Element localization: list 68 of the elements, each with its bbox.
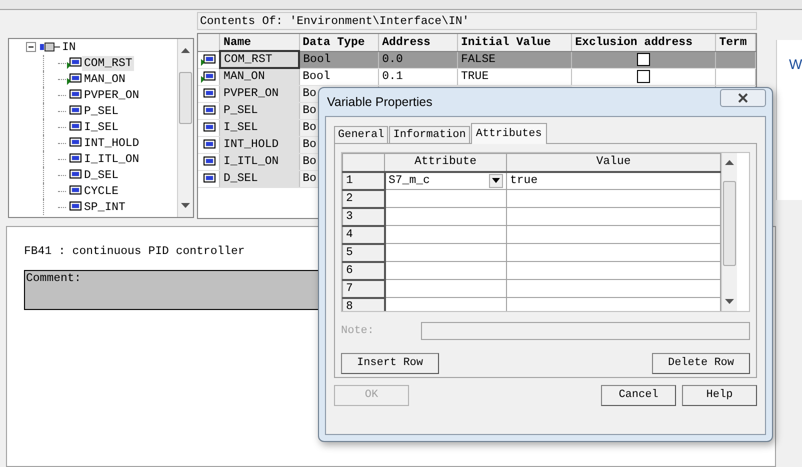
side-text: W [789, 55, 802, 74]
tree-scrollbar[interactable] [177, 39, 193, 217]
exclusion-checkbox[interactable] [637, 53, 650, 66]
row-number: 6 [346, 264, 353, 276]
scroll-up-icon[interactable] [181, 47, 190, 53]
tree-item[interactable]: I_ITL_ON [82, 152, 142, 166]
dialog-button[interactable]: Insert Row [341, 353, 439, 374]
block-icon [40, 42, 60, 52]
tree-item[interactable]: SP_INT [82, 200, 128, 214]
grid-scrollbar[interactable] [721, 153, 737, 311]
note-label: Note: [341, 324, 376, 339]
dropdown-icon[interactable] [489, 174, 503, 188]
row-number: 5 [346, 246, 353, 258]
table-cell: Bo [302, 104, 316, 117]
close-icon [738, 93, 748, 103]
column-header[interactable]: Attribute [384, 154, 506, 172]
tree-item[interactable]: P_SEL [82, 104, 121, 118]
scrollbar-thumb[interactable] [723, 180, 736, 266]
dialog-title: Variable Properties [326, 94, 432, 111]
tree-item[interactable]: CYCLE [82, 184, 121, 198]
table-cell: 0.0 [382, 53, 403, 66]
scroll-up-icon[interactable] [725, 159, 734, 165]
table-cell: Bo [302, 155, 316, 168]
block-title: FB41 : continuous PID controller [24, 244, 245, 260]
scroll-down-icon[interactable] [181, 203, 190, 209]
contents-path: Contents Of: 'Environment\Interface\IN' [197, 12, 757, 30]
dialog-tab[interactable]: Attributes [470, 123, 547, 144]
dialog-button[interactable]: Help [682, 385, 757, 406]
table-cell: Bo [302, 172, 316, 185]
column-header[interactable]: Exclusion address [572, 34, 716, 51]
dialog-tab[interactable]: Information [389, 126, 470, 143]
table-cell: Bo [302, 87, 316, 100]
exclusion-checkbox[interactable] [637, 70, 650, 83]
dialog-button[interactable]: Delete Row [652, 353, 750, 374]
tree-item[interactable]: I_SEL [82, 120, 121, 134]
table-cell: Bo [302, 121, 316, 134]
collapse-icon[interactable] [26, 42, 36, 52]
row-number: 3 [346, 210, 353, 222]
row-number: 4 [346, 228, 353, 240]
dialog-tab[interactable]: General [334, 126, 388, 143]
tree-item[interactable]: IN [60, 40, 78, 54]
close-button[interactable] [720, 89, 766, 107]
column-header[interactable]: Initial Value [458, 34, 572, 51]
column-header[interactable]: Term [716, 34, 756, 51]
tree-item[interactable]: INT_HOLD [82, 136, 142, 150]
table-cell: FALSE [461, 53, 496, 66]
table-cell: true [510, 174, 538, 187]
tree-item[interactable]: MAN_ON [82, 72, 128, 86]
table-cell: TRUE [461, 70, 489, 83]
dialog-button[interactable]: Cancel [601, 385, 676, 406]
column-header[interactable]: Value [506, 154, 720, 172]
table-cell: Bo [302, 138, 316, 151]
tree-item[interactable]: COM_RST [82, 56, 134, 70]
table-cell: Bool [302, 70, 330, 83]
table-cell: S7_m_c [388, 174, 430, 188]
tree-item[interactable]: PVPER_ON [82, 88, 142, 102]
tree-item[interactable]: D_SEL [82, 168, 121, 182]
scrollbar-thumb[interactable] [179, 72, 192, 124]
table-cell: 0.1 [382, 70, 403, 83]
row-number: 1 [346, 174, 353, 186]
row-number: 7 [346, 282, 353, 294]
row-number: 8 [346, 300, 353, 311]
table-cell: Bool [303, 53, 331, 66]
column-header[interactable]: Name [220, 34, 300, 51]
scroll-down-icon[interactable] [725, 299, 734, 305]
column-header[interactable]: Address [378, 34, 458, 51]
row-number: 2 [346, 192, 353, 204]
column-header[interactable]: Data Type [299, 34, 379, 51]
